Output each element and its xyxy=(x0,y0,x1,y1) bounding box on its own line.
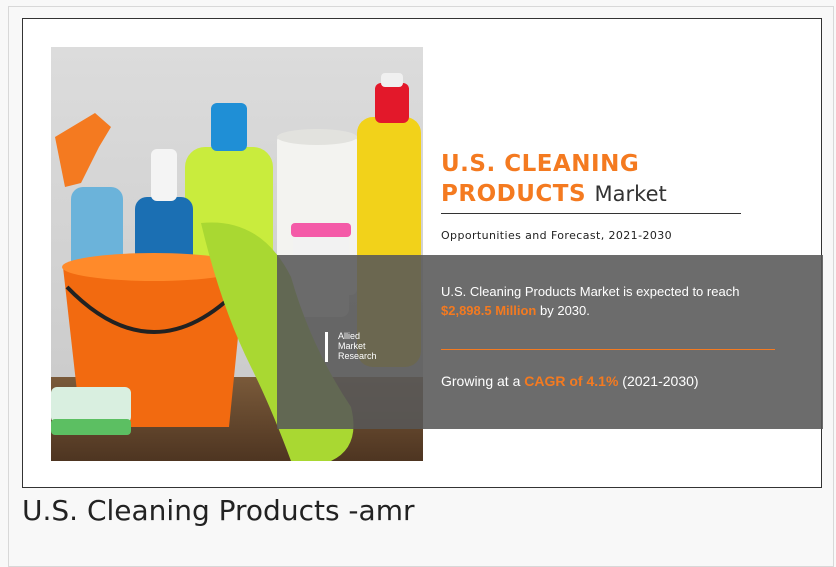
headline-line2: PRODUCTS Market xyxy=(441,179,761,209)
statement-value: $2,898.5 Million xyxy=(441,303,537,318)
headline-divider xyxy=(441,213,741,214)
headline-products: PRODUCTS xyxy=(441,181,587,207)
logo-line1: Allied xyxy=(338,331,361,341)
growth-suffix: (2021-2030) xyxy=(622,373,699,389)
headline-line1: U.S. CLEANING xyxy=(441,151,640,177)
logo-line2: Market xyxy=(338,341,366,351)
image-caption: U.S. Cleaning Products -amr xyxy=(22,494,415,527)
headline: U.S. CLEANING PRODUCTS Market xyxy=(441,149,761,209)
logo-line3: Research xyxy=(338,351,377,361)
market-statement: U.S. Cleaning Products Market is expecte… xyxy=(441,282,781,320)
image-frame: U.S. CLEANING PRODUCTS Market Opportunit… xyxy=(22,18,823,488)
subtitle: Opportunities and Forecast, 2021-2030 xyxy=(441,229,673,242)
growth-prefix: Growing at a xyxy=(441,373,521,389)
amr-logo-icon xyxy=(325,332,335,362)
statement-suffix: by 2030. xyxy=(540,303,590,318)
growth-statement: Growing at a CAGR of 4.1% (2021-2030) xyxy=(441,373,699,389)
growth-value: CAGR of 4.1% xyxy=(524,373,619,389)
statement-prefix: U.S. Cleaning Products Market is expecte… xyxy=(441,284,740,299)
panel-divider xyxy=(441,349,775,350)
amr-logo: Allied Market Research xyxy=(325,331,377,362)
headline-market: Market xyxy=(594,182,667,206)
amr-logo-text: Allied Market Research xyxy=(338,331,377,361)
